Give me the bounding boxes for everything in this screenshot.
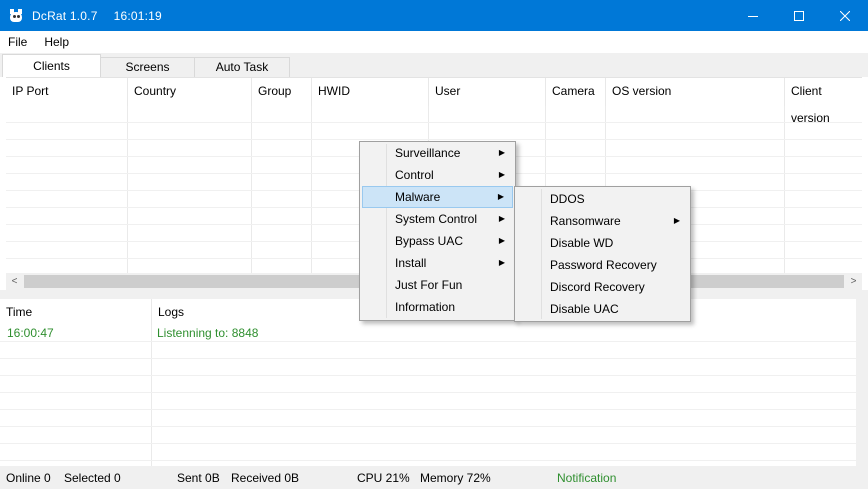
menu-item-system-control[interactable]: System Control ▶ <box>362 208 513 230</box>
menu-item-label: Disable WD <box>550 236 614 250</box>
submenu-item-ransomware[interactable]: Ransomware ▶ <box>517 210 688 232</box>
menu-item-label: Ransomware <box>550 214 621 228</box>
status-cpu: CPU 21% <box>357 471 410 485</box>
chevron-left-icon: < <box>11 276 18 287</box>
submenu-arrow-icon: ▶ <box>498 214 505 223</box>
submenu-item-password-recovery[interactable]: Password Recovery <box>517 254 688 276</box>
menu-item-surveillance[interactable]: Surveillance ▶ <box>362 142 513 164</box>
client-context-menu: Surveillance ▶ Control ▶ Malware ▶ Syste… <box>359 141 516 321</box>
menu-item-malware[interactable]: Malware ▶ <box>362 186 513 208</box>
maximize-button[interactable] <box>776 0 822 31</box>
submenu-arrow-icon: ▶ <box>673 216 680 225</box>
menu-item-label: System Control <box>395 212 478 226</box>
submenu-item-disable-uac[interactable]: Disable UAC <box>517 298 688 320</box>
status-notification[interactable]: Notification <box>557 471 616 485</box>
column-time[interactable]: Time <box>0 299 152 325</box>
column-client-version[interactable]: Client version <box>785 78 862 125</box>
column-country[interactable]: Country <box>128 78 252 106</box>
scroll-right-button[interactable]: > <box>845 273 862 290</box>
menu-file[interactable]: File <box>0 31 36 53</box>
status-sent: Sent 0B <box>177 471 220 485</box>
log-row-message: Listenning to: 8848 <box>157 326 259 340</box>
menu-item-bypass-uac[interactable]: Bypass UAC ▶ <box>362 230 513 252</box>
status-memory: Memory 72% <box>420 471 491 485</box>
logs-vertical-scrollbar[interactable] <box>856 299 868 466</box>
window-title: DcRat 1.0.7 <box>32 8 98 23</box>
tab-screens[interactable]: Screens <box>100 57 195 77</box>
scroll-left-button[interactable]: < <box>6 273 23 290</box>
column-user[interactable]: User <box>429 78 546 106</box>
menu-item-label: Discord Recovery <box>550 280 645 294</box>
submenu-item-ddos[interactable]: DDOS <box>517 188 688 210</box>
submenu-arrow-icon: ▶ <box>498 148 505 157</box>
log-row-time: 16:00:47 <box>7 326 54 340</box>
close-icon <box>840 10 850 21</box>
column-camera[interactable]: Camera <box>546 78 606 106</box>
submenu-arrow-icon: ▶ <box>498 236 505 245</box>
logs-table[interactable]: Time Logs 16:00:47 Listenning to: 8848 <box>0 299 856 466</box>
menu-item-label: Disable UAC <box>550 302 619 316</box>
status-online: Online 0 <box>6 471 51 485</box>
submenu-item-disable-wd[interactable]: Disable WD <box>517 232 688 254</box>
status-bar: Online 0 Selected 0 Sent 0B Received 0B … <box>0 466 868 489</box>
menu-item-install[interactable]: Install ▶ <box>362 252 513 274</box>
menu-item-label: Malware <box>395 190 441 204</box>
window-title-time: 16:01:19 <box>113 8 162 23</box>
menu-item-label: Just For Fun <box>395 278 463 292</box>
column-ip-port[interactable]: IP Port <box>6 78 128 106</box>
maximize-icon <box>794 10 804 21</box>
tab-strip: Clients Screens Auto Task <box>0 53 868 77</box>
menu-item-information[interactable]: Information <box>362 296 513 318</box>
menu-help[interactable]: Help <box>36 31 78 53</box>
close-button[interactable] <box>822 0 868 31</box>
menu-item-label: DDOS <box>550 192 585 206</box>
title-bar: DcRat 1.0.7 16:01:19 <box>0 0 868 31</box>
menu-item-label: Information <box>395 300 456 314</box>
submenu-item-discord-recovery[interactable]: Discord Recovery <box>517 276 688 298</box>
status-received: Received 0B <box>231 471 300 485</box>
column-os-version[interactable]: OS version <box>606 78 785 106</box>
clients-table-header: IP Port Country Group HWID User Camera O… <box>6 78 862 125</box>
column-group[interactable]: Group <box>252 78 312 106</box>
minimize-button[interactable] <box>730 0 776 31</box>
status-selected: Selected 0 <box>64 471 121 485</box>
dcrat-logo-icon <box>9 8 23 23</box>
menu-item-label: Control <box>395 168 434 182</box>
tab-auto-task[interactable]: Auto Task <box>194 57 290 77</box>
submenu-arrow-icon: ▶ <box>498 170 505 179</box>
menu-item-label: Install <box>395 256 427 270</box>
menu-item-control[interactable]: Control ▶ <box>362 164 513 186</box>
menu-bar: File Help <box>0 31 868 53</box>
tab-clients[interactable]: Clients <box>2 54 101 77</box>
menu-item-just-for-fun[interactable]: Just For Fun <box>362 274 513 296</box>
malware-submenu: DDOS Ransomware ▶ Disable WD Password Re… <box>514 186 691 322</box>
menu-item-label: Password Recovery <box>550 258 657 272</box>
menu-item-label: Bypass UAC <box>395 234 464 248</box>
submenu-arrow-icon: ▶ <box>497 192 504 201</box>
chevron-right-icon: > <box>850 276 857 287</box>
menu-item-label: Surveillance <box>395 146 461 160</box>
submenu-arrow-icon: ▶ <box>498 258 505 267</box>
column-hwid[interactable]: HWID <box>312 78 429 106</box>
minimize-icon <box>748 15 758 17</box>
